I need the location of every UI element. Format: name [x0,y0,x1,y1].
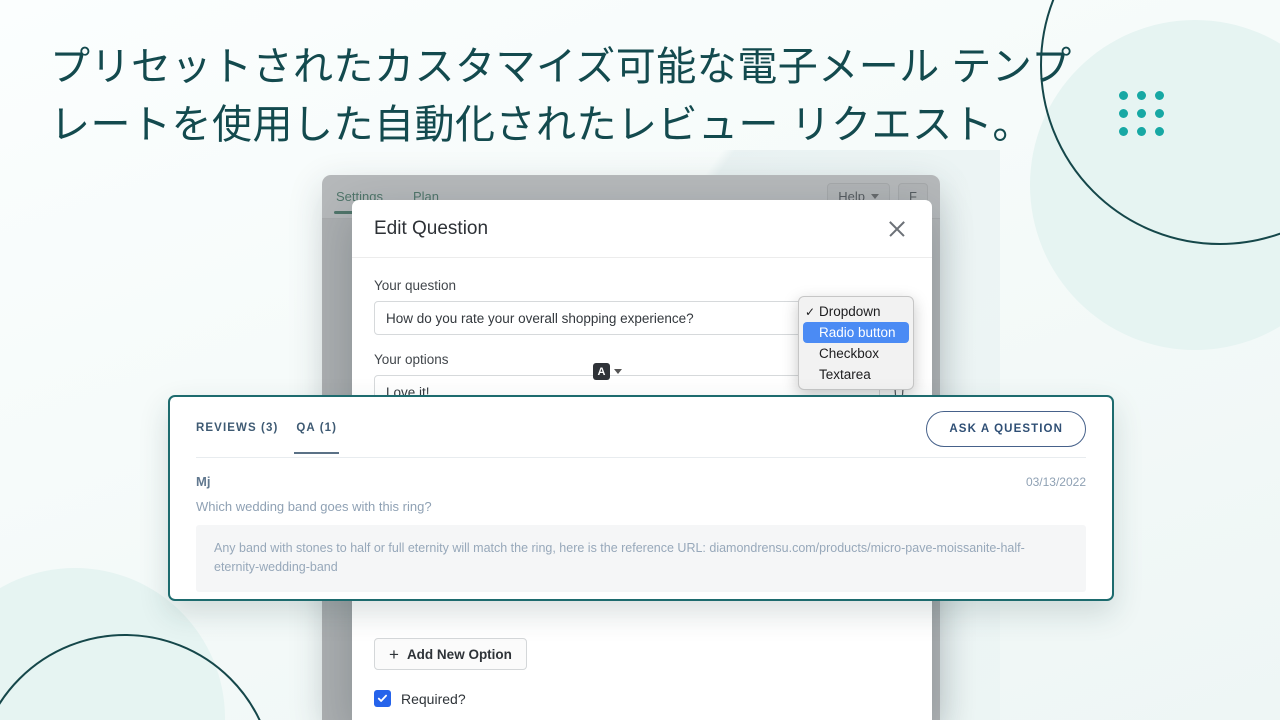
chevron-down-icon [871,194,880,199]
marketing-screenshot: プリセットされたカスタマイズ可能な電子メール テンプ レートを使用した自動化され… [0,0,1280,720]
qa-author: Mj [196,474,211,489]
qa-entry-header: Mj 03/13/2022 [196,474,1086,489]
required-checkbox-label: Required? [401,690,466,707]
popup-item-label: Checkbox [819,346,880,361]
qa-entry: Mj 03/13/2022 Which wedding band goes wi… [170,458,1112,592]
review-tabs-bar: REVIEWS (3) QA (1) ASK A QUESTION [170,397,1112,457]
plus-icon: + [389,644,399,664]
page-title: プリセットされたカスタマイズ可能な電子メール テンプ レートを使用した自動化され… [50,45,1072,147]
add-new-option-button[interactable]: + Add New Option [374,638,527,670]
required-checkbox-row[interactable]: Required? [374,690,910,707]
popup-item-dropdown[interactable]: ✓ Dropdown [799,301,913,322]
popup-item-checkbox[interactable]: Checkbox [799,343,913,364]
add-new-option-label: Add New Option [406,646,512,662]
tab-qa[interactable]: QA (1) [294,422,339,454]
qa-date: 03/13/2022 [1025,475,1086,489]
check-icon: ✓ [805,304,816,319]
checkbox-required[interactable] [374,690,391,707]
modal-header: Edit Question [352,200,932,258]
decor-circle-outline-bottom-left [0,634,275,720]
popup-item-textarea[interactable]: Textarea [799,364,913,385]
badge-letter: A [593,363,610,380]
qa-question-text: Which wedding band goes with this ring? [196,499,432,514]
popup-item-label: Dropdown [819,304,881,319]
popup-item-label: Textarea [819,367,871,382]
close-icon[interactable] [884,216,910,242]
tab-reviews[interactable]: REVIEWS (3) [196,422,278,454]
question-type-dropdown-popup[interactable]: ✓ Dropdown Radio button Checkbox Textare… [798,296,914,390]
app-status-badge[interactable]: A [593,363,622,380]
dot-grid-icon [1119,91,1165,137]
modal-title: Edit Question [374,217,489,239]
qa-review-card: REVIEWS (3) QA (1) ASK A QUESTION Mj 03/… [168,395,1114,601]
qa-answer-text: Any band with stones to half or full ete… [196,525,1086,592]
popup-item-label: Radio button [819,325,896,340]
chevron-down-icon [614,369,622,374]
question-label: Your question [374,278,457,293]
popup-item-radio-button[interactable]: Radio button [803,322,909,343]
ask-a-question-button[interactable]: ASK A QUESTION [926,411,1086,447]
